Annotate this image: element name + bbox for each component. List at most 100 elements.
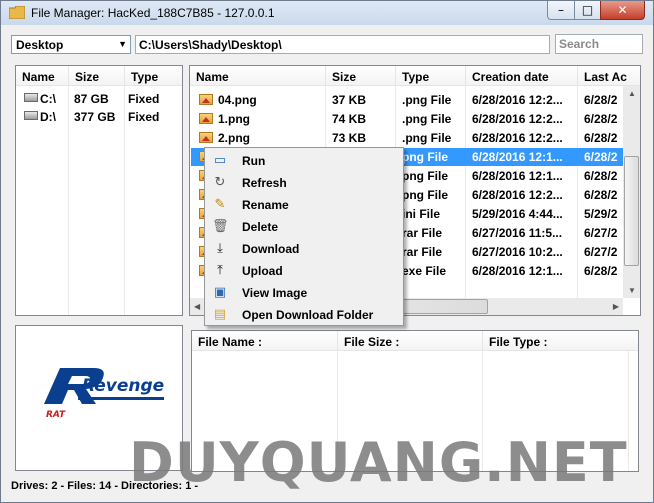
file-icon bbox=[199, 94, 213, 105]
file-name: 04.png bbox=[218, 93, 257, 107]
image-icon: ▣ bbox=[213, 285, 227, 300]
file-last-access: 6/28/2 bbox=[584, 264, 618, 278]
file-last-access: 6/28/2 bbox=[584, 150, 618, 164]
file-last-access: 6/28/2 bbox=[584, 112, 618, 126]
column-header-file-size[interactable]: File Size : bbox=[338, 331, 483, 351]
menu-item-download[interactable]: ⤓ Download bbox=[207, 238, 401, 260]
logo-sub: RAT bbox=[46, 410, 66, 420]
minimize-button[interactable]: – bbox=[547, 1, 575, 20]
scrollbar-thumb[interactable] bbox=[624, 156, 639, 266]
menu-item-label: View Image bbox=[242, 286, 308, 300]
context-menu: ▭ Run ↻ Refresh ✎ Rename 🗑 Delete ⤓ Download ⤒ Uplo… bbox=[204, 147, 404, 326]
menu-item-label: Run bbox=[242, 154, 266, 168]
close-button[interactable]: ✕ bbox=[600, 1, 645, 20]
chevron-down-icon: ▼ bbox=[118, 39, 127, 49]
column-header-size[interactable]: Size bbox=[69, 66, 125, 86]
file-created: 6/27/2016 10:2... bbox=[472, 245, 563, 259]
menu-item-label: Rename bbox=[242, 198, 289, 212]
drives-list: Name Size Type C:\ 87 GB Fixed D:\ 377 G… bbox=[15, 65, 183, 316]
file-last-access: 6/27/2 bbox=[584, 245, 618, 259]
column-header-size[interactable]: Size bbox=[326, 66, 396, 86]
drive-name: C:\ bbox=[40, 92, 56, 106]
file-created: 6/28/2016 12:2... bbox=[472, 112, 563, 126]
menu-item-label: Upload bbox=[242, 264, 283, 278]
download-icon: ⤓ bbox=[217, 241, 223, 256]
path-field[interactable]: C:\Users\Shady\Desktop\ bbox=[135, 35, 550, 54]
file-last-access: 5/29/2 bbox=[584, 207, 618, 221]
scroll-down-icon[interactable]: ▼ bbox=[628, 286, 636, 295]
vertical-scrollbar[interactable]: ▲ ▼ bbox=[623, 86, 640, 298]
drive-type: Fixed bbox=[128, 92, 160, 106]
file-created: 6/28/2016 12:1... bbox=[472, 169, 563, 183]
file-last-access: 6/27/2 bbox=[584, 226, 618, 240]
file-created: 6/28/2016 12:2... bbox=[472, 131, 563, 145]
column-header-last-access[interactable]: Last Ac bbox=[578, 66, 640, 86]
column-header-created[interactable]: Creation date bbox=[466, 66, 578, 86]
file-name: 2.png bbox=[218, 131, 250, 145]
file-manager-window: File Manager: HacKed_188C7B85 - 127.0.0.… bbox=[0, 0, 654, 503]
column-header-name[interactable]: Name bbox=[190, 66, 326, 86]
menu-item-upload[interactable]: ⤒ Upload bbox=[207, 260, 401, 282]
drive-size: 377 GB bbox=[74, 110, 116, 124]
scroll-left-icon[interactable]: ◀ bbox=[194, 302, 200, 311]
file-type: .png File bbox=[402, 131, 452, 145]
column-header-type[interactable]: Type bbox=[396, 66, 466, 86]
menu-item-rename[interactable]: ✎ Rename bbox=[207, 194, 401, 216]
logo-brand: Revenge bbox=[82, 376, 165, 396]
file-size: 73 KB bbox=[332, 131, 367, 145]
menu-item-run[interactable]: ▭ Run bbox=[207, 150, 401, 172]
window-title: File Manager: HacKed_188C7B85 - 127.0.0.… bbox=[31, 6, 275, 20]
file-created: 6/27/2016 11:5... bbox=[472, 226, 563, 240]
file-type: rar File bbox=[402, 226, 443, 240]
file-type: rar File bbox=[402, 245, 443, 259]
file-type: png File bbox=[402, 188, 448, 202]
upload-icon: ⤒ bbox=[217, 263, 223, 278]
file-type: ini File bbox=[402, 207, 441, 221]
file-type: png File bbox=[402, 150, 448, 164]
title-bar[interactable]: File Manager: HacKed_188C7B85 - 127.0.0.… bbox=[1, 1, 653, 25]
trash-icon: 🗑 bbox=[212, 219, 229, 234]
file-name: 1.png bbox=[218, 112, 250, 126]
drive-type: Fixed bbox=[128, 110, 160, 124]
column-header-type[interactable]: Type bbox=[125, 66, 182, 86]
file-type: png File bbox=[402, 169, 448, 183]
maximize-button[interactable]: □ bbox=[574, 1, 601, 20]
menu-item-label: Open Download Folder bbox=[242, 308, 374, 322]
file-last-access: 6/28/2 bbox=[584, 169, 618, 183]
drive-icon bbox=[24, 111, 38, 120]
location-dropdown[interactable]: Desktop ▼ bbox=[11, 35, 131, 54]
file-type: .png File bbox=[402, 112, 452, 126]
file-last-access: 6/28/2 bbox=[584, 93, 618, 107]
menu-item-open-download-folder[interactable]: ▤ Open Download Folder bbox=[207, 304, 401, 326]
location-value: Desktop bbox=[16, 38, 64, 52]
file-icon bbox=[199, 113, 213, 124]
folder-icon: ▤ bbox=[213, 307, 227, 322]
folder-icon bbox=[9, 6, 25, 19]
scroll-right-icon[interactable]: ▶ bbox=[613, 302, 619, 311]
drive-icon bbox=[24, 93, 38, 102]
menu-item-label: Refresh bbox=[242, 176, 287, 190]
file-last-access: 6/28/2 bbox=[584, 188, 618, 202]
menu-item-label: Delete bbox=[242, 220, 279, 234]
menu-item-refresh[interactable]: ↻ Refresh bbox=[207, 172, 401, 194]
file-size: 37 KB bbox=[332, 93, 367, 107]
scroll-up-icon[interactable]: ▲ bbox=[628, 89, 636, 98]
column-header-file-name[interactable]: File Name : bbox=[192, 331, 338, 351]
file-created: 6/28/2016 12:2... bbox=[472, 93, 563, 107]
drive-size: 87 GB bbox=[74, 92, 109, 106]
menu-item-delete[interactable]: 🗑 Delete bbox=[207, 216, 401, 238]
file-created: 6/28/2016 12:1... bbox=[472, 264, 563, 278]
file-created: 5/29/2016 4:44... bbox=[472, 207, 563, 221]
menu-item-view-image[interactable]: ▣ View Image bbox=[207, 282, 401, 304]
refresh-icon: ↻ bbox=[214, 175, 226, 190]
file-size: 74 KB bbox=[332, 112, 367, 126]
file-created: 6/28/2016 12:2... bbox=[472, 188, 563, 202]
column-header-name[interactable]: Name bbox=[16, 66, 69, 86]
file-created: 6/28/2016 12:1... bbox=[472, 150, 563, 164]
file-last-access: 6/28/2 bbox=[584, 131, 618, 145]
column-header-file-type[interactable]: File Type : bbox=[483, 331, 638, 351]
drive-name: D:\ bbox=[40, 110, 56, 124]
search-input[interactable]: Search bbox=[555, 34, 643, 54]
file-type: .png File bbox=[402, 93, 452, 107]
file-type: exe File bbox=[402, 264, 447, 278]
